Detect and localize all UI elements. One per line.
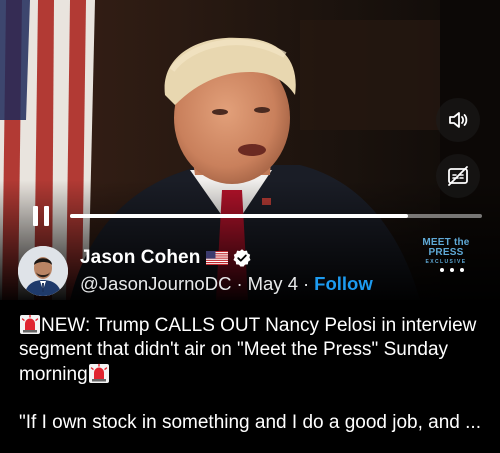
tweet-body: NEW: Trump CALLS OUT Nancy Pelosi in int… bbox=[19, 313, 489, 387]
more-dot-icon bbox=[450, 268, 454, 272]
tweet-card: MEET the PRESS EXCLUSIVE Jason Cohen @Ja… bbox=[0, 0, 500, 453]
us-flag-icon bbox=[206, 251, 229, 265]
pause-icon-bar bbox=[44, 206, 49, 226]
avatar-image bbox=[18, 246, 68, 296]
captions-off-icon bbox=[448, 166, 468, 186]
meta-separator: · bbox=[303, 273, 310, 294]
author-handle[interactable]: @JasonJournoDC bbox=[80, 273, 231, 294]
verified-badge-icon bbox=[232, 248, 252, 268]
tweet-quote-text: "If I own stock in something and I do a … bbox=[19, 412, 481, 433]
video-progress-fill bbox=[70, 214, 408, 218]
more-dot-icon bbox=[440, 268, 444, 272]
pause-icon-bar bbox=[33, 206, 38, 226]
siren-emoji-icon bbox=[19, 313, 41, 335]
captions-button[interactable] bbox=[436, 154, 480, 198]
avatar[interactable] bbox=[18, 246, 68, 296]
video-progress-bar[interactable] bbox=[70, 214, 482, 218]
speaker-icon bbox=[449, 112, 468, 128]
post-date[interactable]: May 4 bbox=[248, 273, 298, 294]
author-name[interactable]: Jason Cohen bbox=[80, 247, 200, 269]
meta-separator: · bbox=[236, 273, 243, 294]
volume-button[interactable] bbox=[436, 98, 480, 142]
siren-emoji-icon bbox=[88, 362, 110, 384]
pause-button[interactable] bbox=[28, 203, 54, 229]
author-name-line: Jason Cohen bbox=[80, 247, 252, 269]
more-options-button[interactable] bbox=[440, 262, 464, 278]
author-meta-line: @JasonJournoDC · May 4 · Follow bbox=[80, 273, 373, 295]
author-row: Jason Cohen @JasonJournoDC · May 4 · Fol… bbox=[0, 240, 500, 300]
follow-button[interactable]: Follow bbox=[314, 273, 373, 294]
more-dot-icon bbox=[460, 268, 464, 272]
